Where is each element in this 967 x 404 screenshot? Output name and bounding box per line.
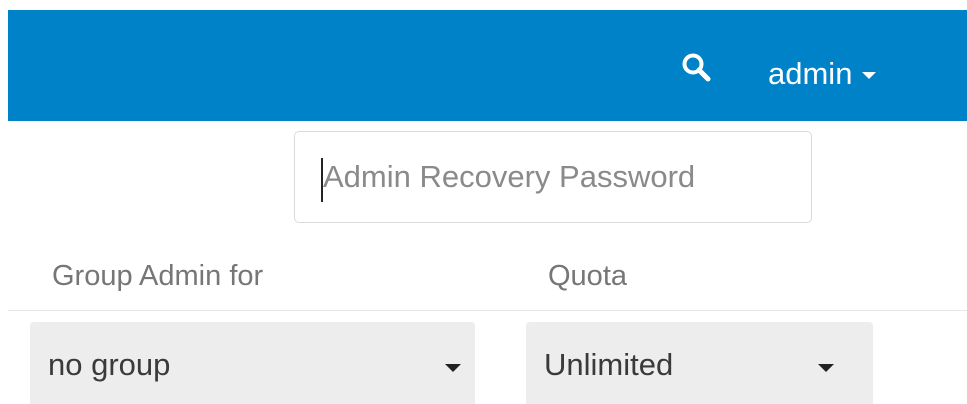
page: admin Group Admin for Quota no group Unl… [0,0,967,404]
top-header: admin [8,10,967,121]
group-admin-selected-value: no group [48,347,171,382]
caret-down-icon [862,72,877,79]
quota-selected-value: Unlimited [544,347,674,382]
quota-column-header: Quota [548,260,627,292]
caret-down-icon [445,364,461,372]
text-cursor [321,158,323,202]
user-name: admin [768,56,853,91]
user-menu-button[interactable]: admin [768,54,877,94]
header-divider [8,310,967,311]
search-button[interactable] [678,50,718,90]
group-admin-select[interactable]: no group [30,322,475,404]
quota-select[interactable]: Unlimited [526,322,873,404]
search-icon [682,53,711,82]
admin-recovery-password-input[interactable] [294,131,812,223]
caret-down-icon [818,364,834,372]
group-admin-column-header: Group Admin for [52,260,264,292]
